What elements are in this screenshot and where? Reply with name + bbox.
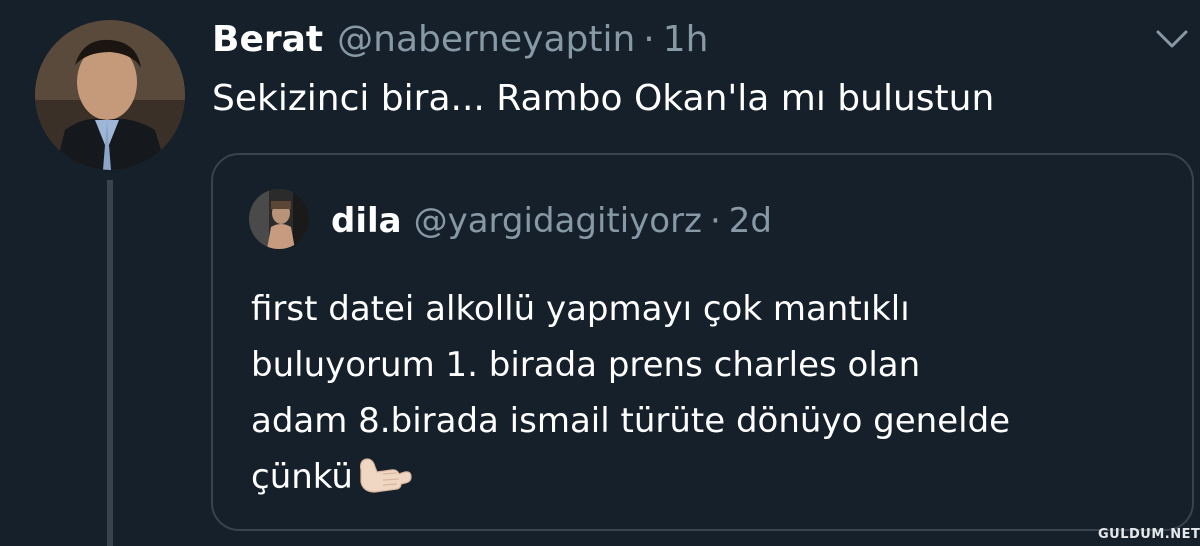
tweet-header: Berat @naberneyaptin · 1h xyxy=(212,18,708,62)
quoted-tweet-text: first datei alkollü yapmayı çok mantıklı… xyxy=(251,281,1171,505)
chevron-down-icon[interactable] xyxy=(1152,24,1192,54)
author-name[interactable]: Berat xyxy=(212,19,323,60)
profile-photo-icon xyxy=(35,20,185,170)
tweet-text: Sekizinci bira... Rambo Okan'la mı bulus… xyxy=(212,78,995,119)
tweet[interactable]: Berat @naberneyaptin · 1h Sekizinci bira...… xyxy=(0,0,1200,546)
author-handle[interactable]: @naberneyaptin xyxy=(337,19,635,60)
tweet-time[interactable]: 1h xyxy=(663,19,709,60)
separator-dot: · xyxy=(643,19,655,60)
quoted-text-line: adam 8.birada ismail türüte dönüyo genel… xyxy=(251,401,1011,441)
quoted-author-name[interactable]: dila xyxy=(331,201,402,241)
quoted-text-line: first datei alkollü yapmayı çok mantıklı xyxy=(251,289,910,329)
call-me-hand-icon xyxy=(353,450,413,496)
avatar[interactable] xyxy=(35,20,185,170)
quoted-avatar[interactable] xyxy=(249,189,309,249)
separator-dot: · xyxy=(709,201,721,241)
quoted-text-line: buluyorum 1. birada prens charles olan xyxy=(251,345,921,385)
profile-photo-icon xyxy=(249,189,309,249)
quoted-author-handle[interactable]: @yargidagitiyorz xyxy=(414,201,702,241)
quoted-tweet-header: dila @yargidagitiyorz · 2d xyxy=(331,199,772,249)
watermark: GULDUM.NET xyxy=(1098,527,1200,542)
quoted-tweet-time[interactable]: 2d xyxy=(729,201,772,241)
quoted-text-line-last: çünkü xyxy=(251,449,1171,505)
quoted-tweet[interactable]: dila @yargidagitiyorz · 2d first datei alko… xyxy=(211,153,1194,531)
quoted-text-last-words: çünkü xyxy=(251,457,353,497)
thread-line xyxy=(107,180,113,546)
